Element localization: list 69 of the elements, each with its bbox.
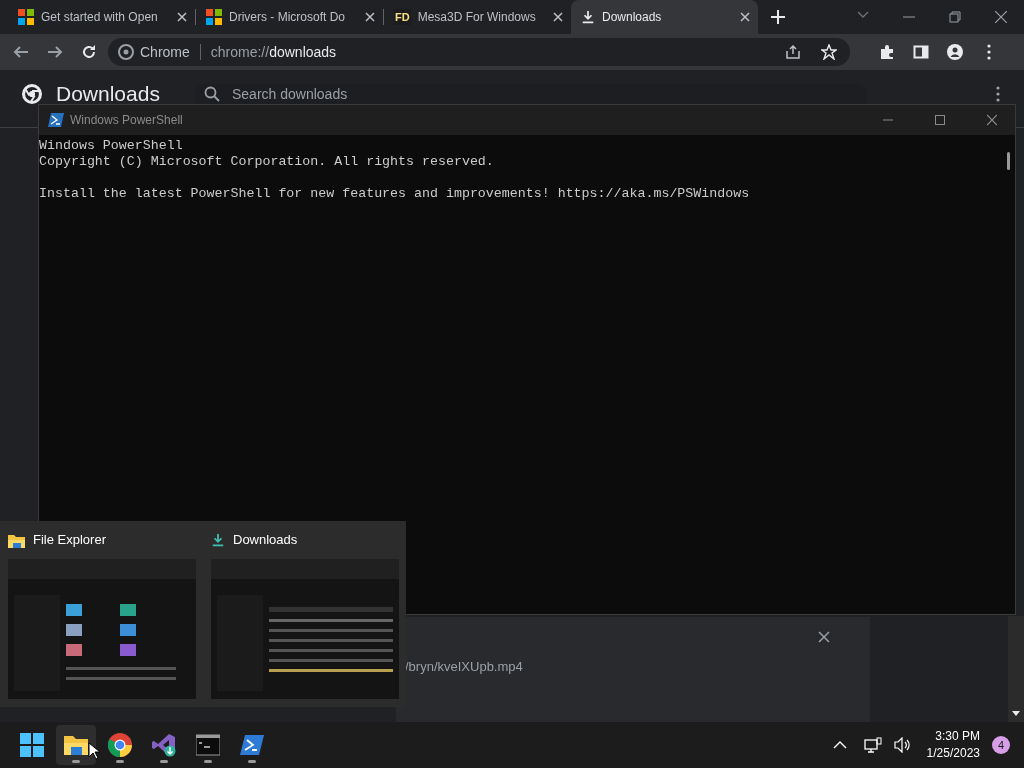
powershell-icon: [240, 733, 264, 757]
clock-time[interactable]: 3:30 PM: [926, 728, 980, 745]
scroll-down-arrow-icon: [1012, 711, 1020, 716]
download-icon: [581, 9, 595, 25]
window-title: Windows PowerShell: [70, 112, 184, 129]
clock-date[interactable]: 1/25/2023: [926, 745, 980, 762]
browser-tab[interactable]: FD Mesa3D For Windows: [384, 0, 571, 34]
url-text: chrome://downloads: [210, 42, 338, 62]
chrome-logo-icon: [118, 44, 134, 60]
close-icon: [987, 114, 997, 126]
window-thumbnail-drawing[interactable]: [211, 559, 399, 699]
close-icon[interactable]: [740, 12, 750, 22]
windows-logo-icon: [20, 733, 44, 757]
running-indicator: [160, 760, 168, 763]
preview-title: Downloads: [233, 531, 298, 550]
close-icon[interactable]: [365, 12, 375, 22]
chrome-logo-icon: [108, 733, 132, 757]
powershell-icon: [48, 113, 64, 127]
page-title: Downloads: [56, 84, 161, 104]
running-indicator: [204, 760, 212, 763]
puzzle-icon: [879, 44, 895, 60]
person-icon: [947, 44, 963, 60]
browser-tab[interactable]: Get started with Open: [8, 0, 195, 34]
close-icon[interactable]: [553, 12, 563, 22]
close-icon[interactable]: [177, 12, 187, 22]
browser-tab[interactable]: Downloads: [571, 0, 758, 34]
side-panel-icon: [913, 44, 929, 60]
chrome-logo-icon: [22, 84, 42, 104]
scrollbar[interactable]: [1008, 616, 1024, 722]
console-line: Copyright (C) Microsoft Corporation. All rights reserved.: [39, 154, 494, 169]
kebab-menu-icon: [987, 44, 991, 60]
command-prompt-icon: [196, 733, 220, 757]
share-icon: [785, 44, 801, 60]
window-thumbnail-drawing[interactable]: [8, 559, 196, 699]
download-icon: [211, 532, 225, 548]
running-indicator: [116, 760, 124, 763]
notification-count-badge[interactable]: 4: [992, 736, 1010, 754]
maximize-icon: [935, 114, 945, 126]
address-bar[interactable]: Chrome chrome://downloads: [108, 38, 850, 66]
preview-title: File Explorer: [33, 531, 106, 550]
scrollbar-thumb[interactable]: [1006, 152, 1010, 170]
speaker-icon: [893, 737, 912, 753]
visual-studio-icon: [152, 733, 176, 757]
chevron-up-icon: [832, 741, 847, 749]
file-path: /bryn/kveIXUpb.mp4: [405, 658, 524, 676]
microsoft-logo-icon: [206, 9, 222, 25]
site-label: Chrome: [140, 42, 190, 62]
restore-icon: [949, 11, 961, 23]
mouse-cursor-icon: [88, 742, 100, 760]
running-indicator: [72, 760, 80, 763]
favicon-logo: FD: [394, 8, 411, 26]
close-icon: [995, 11, 1007, 23]
taskbar-app-button[interactable]: [56, 725, 96, 765]
browser-tab[interactable]: Drivers - Microsoft Do: [196, 0, 383, 34]
star-icon: [821, 44, 837, 60]
search-icon: [204, 86, 220, 102]
console-line: Windows PowerShell: [39, 138, 183, 153]
plus-icon: [771, 10, 785, 24]
running-indicator: [248, 760, 256, 763]
kebab-menu-icon: [996, 86, 1000, 102]
folder-icon: [64, 733, 88, 757]
close-icon: [818, 631, 830, 643]
console-line: Install the latest PowerShell for new features and improvements! https://aka.ms/PSWindows: [39, 186, 750, 201]
reload-icon: [81, 44, 97, 60]
folder-icon: [8, 532, 25, 548]
microsoft-logo-icon: [18, 9, 34, 25]
back-arrow-icon: [13, 44, 29, 60]
wired-network-icon: [863, 737, 882, 753]
forward-arrow-icon: [47, 44, 63, 60]
